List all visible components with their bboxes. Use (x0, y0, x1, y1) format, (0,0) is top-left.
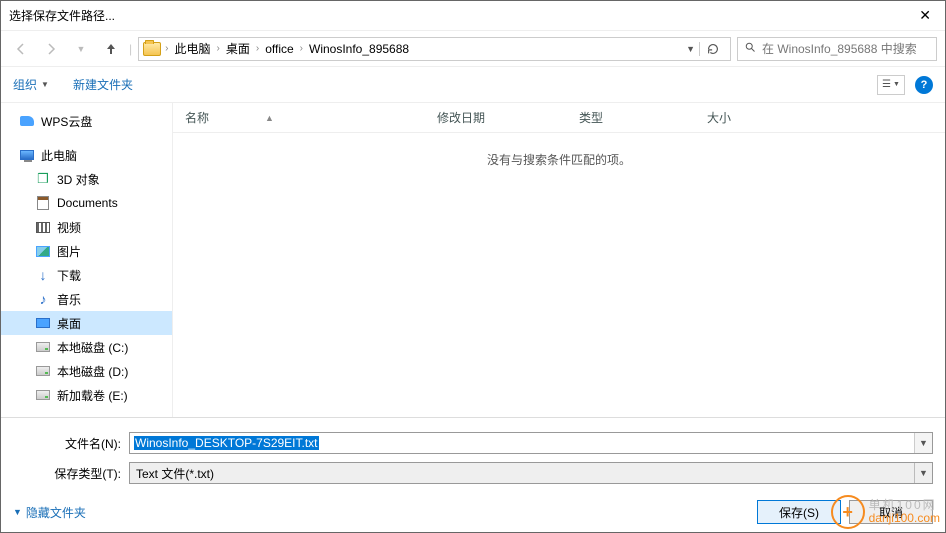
search-input[interactable]: 在 WinosInfo_895688 中搜索 (737, 37, 937, 61)
toolbar: 组织 ▼ 新建文件夹 ☰ ▼ ? (1, 67, 945, 103)
chevron-down-icon[interactable]: ▼ (914, 463, 932, 483)
sidebar-item-pc[interactable]: 此电脑 (1, 143, 172, 167)
sidebar-item-documents[interactable]: Documents (1, 191, 172, 215)
sidebar-item-wps[interactable]: WPS云盘 (1, 109, 172, 133)
filename-label: 文件名(N): (13, 435, 121, 452)
folder-icon (143, 42, 161, 56)
sidebar-item-music[interactable]: ♪音乐 (1, 287, 172, 311)
organize-button[interactable]: 组织 ▼ (13, 76, 49, 93)
download-icon: ↓ (35, 268, 51, 282)
sidebar: WPS云盘 此电脑 ❒3D 对象 Documents 视频 图片 ↓下载 ♪音乐… (1, 103, 173, 417)
empty-message: 没有与搜索条件匹配的项。 (173, 133, 945, 417)
cloud-icon (20, 116, 34, 126)
col-size[interactable]: 大小 (707, 109, 731, 126)
sidebar-item-drive-e[interactable]: 新加载卷 (E:) (1, 383, 172, 407)
breadcrumb[interactable]: 此电脑 (172, 40, 212, 57)
breadcrumb[interactable]: WinosInfo_895688 (307, 42, 411, 56)
video-icon (36, 222, 50, 233)
address-bar[interactable]: › 此电脑 › 桌面 › office › WinosInfo_895688 ▼ (138, 37, 731, 61)
filename-input[interactable]: WinosInfo_DESKTOP-7S29EIT.txt ▼ (129, 432, 933, 454)
back-icon[interactable] (9, 37, 33, 61)
sidebar-item-drive-d[interactable]: 本地磁盘 (D:) (1, 359, 172, 383)
cube-icon: ❒ (35, 172, 51, 186)
document-icon (37, 196, 49, 210)
desktop-icon (36, 318, 50, 328)
column-headers: 名称▲ 修改日期 类型 大小 (173, 103, 945, 133)
save-button[interactable]: 保存(S) (757, 500, 841, 524)
filename-panel: 文件名(N): WinosInfo_DESKTOP-7S29EIT.txt ▼ … (1, 417, 945, 492)
sidebar-item-pictures[interactable]: 图片 (1, 239, 172, 263)
search-icon (744, 41, 756, 56)
music-icon: ♪ (35, 292, 51, 306)
sort-indicator-icon: ▲ (265, 113, 274, 123)
recent-dropdown-icon[interactable]: ▼ (69, 37, 93, 61)
filetype-label: 保存类型(T): (13, 465, 121, 482)
chevron-right-icon: › (300, 43, 303, 54)
breadcrumb[interactable]: 桌面 (224, 40, 252, 57)
hide-folders-toggle[interactable]: ▼ 隐藏文件夹 (13, 504, 86, 521)
sidebar-item-3d[interactable]: ❒3D 对象 (1, 167, 172, 191)
chevron-right-icon: › (216, 43, 219, 54)
navbar: ▼ | › 此电脑 › 桌面 › office › WinosInfo_8956… (1, 31, 945, 67)
chevron-down-icon: ▼ (41, 80, 49, 89)
forward-icon[interactable] (39, 37, 63, 61)
col-name[interactable]: 名称▲ (185, 109, 437, 126)
breadcrumb[interactable]: office (263, 42, 295, 56)
new-folder-button[interactable]: 新建文件夹 (73, 76, 133, 93)
chevron-right-icon: › (165, 43, 168, 54)
sidebar-item-desktop[interactable]: 桌面 (1, 311, 172, 335)
chevron-down-icon[interactable]: ▼ (914, 433, 932, 453)
view-mode-button[interactable]: ☰ ▼ (877, 75, 905, 95)
drive-icon (36, 390, 50, 400)
titlebar: 选择保存文件路径... ✕ (1, 1, 945, 31)
footer: ▼ 隐藏文件夹 保存(S) 取消 (1, 492, 945, 532)
filetype-select[interactable]: Text 文件(*.txt) ▼ (129, 462, 933, 484)
search-placeholder: 在 WinosInfo_895688 中搜索 (762, 40, 917, 57)
sidebar-item-downloads[interactable]: ↓下载 (1, 263, 172, 287)
file-list: 名称▲ 修改日期 类型 大小 没有与搜索条件匹配的项。 (173, 103, 945, 417)
refresh-icon[interactable] (699, 42, 726, 56)
chevron-right-icon: › (256, 43, 259, 54)
chevron-down-icon: ▼ (13, 507, 22, 517)
col-type[interactable]: 类型 (579, 109, 707, 126)
up-icon[interactable] (99, 37, 123, 61)
window-title: 选择保存文件路径... (9, 7, 913, 24)
drive-icon (36, 342, 50, 352)
help-icon[interactable]: ? (915, 76, 933, 94)
pc-icon (20, 150, 34, 160)
sidebar-item-drive-c[interactable]: 本地磁盘 (C:) (1, 335, 172, 359)
sidebar-item-videos[interactable]: 视频 (1, 215, 172, 239)
chevron-down-icon[interactable]: ▼ (686, 44, 695, 54)
col-date[interactable]: 修改日期 (437, 109, 579, 126)
drive-icon (36, 366, 50, 376)
close-icon[interactable]: ✕ (913, 7, 937, 24)
picture-icon (36, 246, 50, 257)
cancel-button[interactable]: 取消 (849, 500, 933, 524)
